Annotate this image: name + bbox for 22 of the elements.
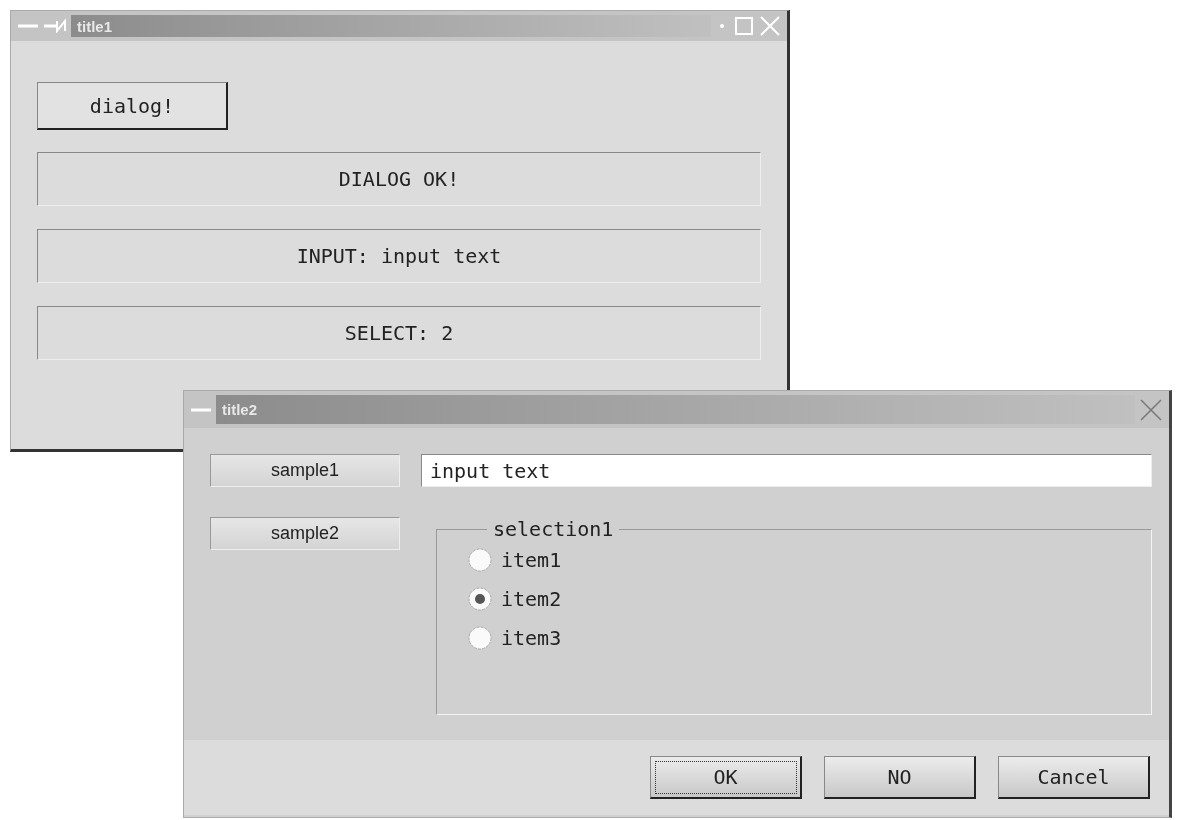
maximize-icon[interactable] [733, 15, 755, 37]
radio-button[interactable] [467, 547, 493, 573]
output-label: INPUT: input text [37, 229, 761, 283]
sample-button[interactable]: sample2 [210, 517, 400, 550]
text-input[interactable]: input text [421, 454, 1152, 487]
radio-option[interactable]: item2 [467, 586, 562, 612]
output-label: DIALOG OK! [37, 152, 761, 206]
pin-icon[interactable] [43, 19, 67, 33]
radio-option[interactable]: item1 [467, 547, 562, 573]
group-label: selection1 [492, 517, 615, 541]
close-icon[interactable] [1139, 397, 1163, 422]
dialog-button[interactable]: Cancel [998, 756, 1150, 799]
radio-button[interactable] [467, 586, 493, 612]
window-title: title2 [222, 401, 257, 418]
radio-option[interactable]: item3 [467, 625, 562, 651]
sample-button[interactable]: sample1 [210, 454, 400, 487]
window-title: title1 [77, 17, 112, 35]
dialog-button[interactable]: NO [824, 756, 976, 799]
dialog-button[interactable]: dialog! [37, 82, 228, 130]
dialog-button[interactable]: OK [650, 756, 802, 799]
radio-button[interactable] [467, 625, 493, 651]
output-label: SELECT: 2 [37, 306, 761, 360]
